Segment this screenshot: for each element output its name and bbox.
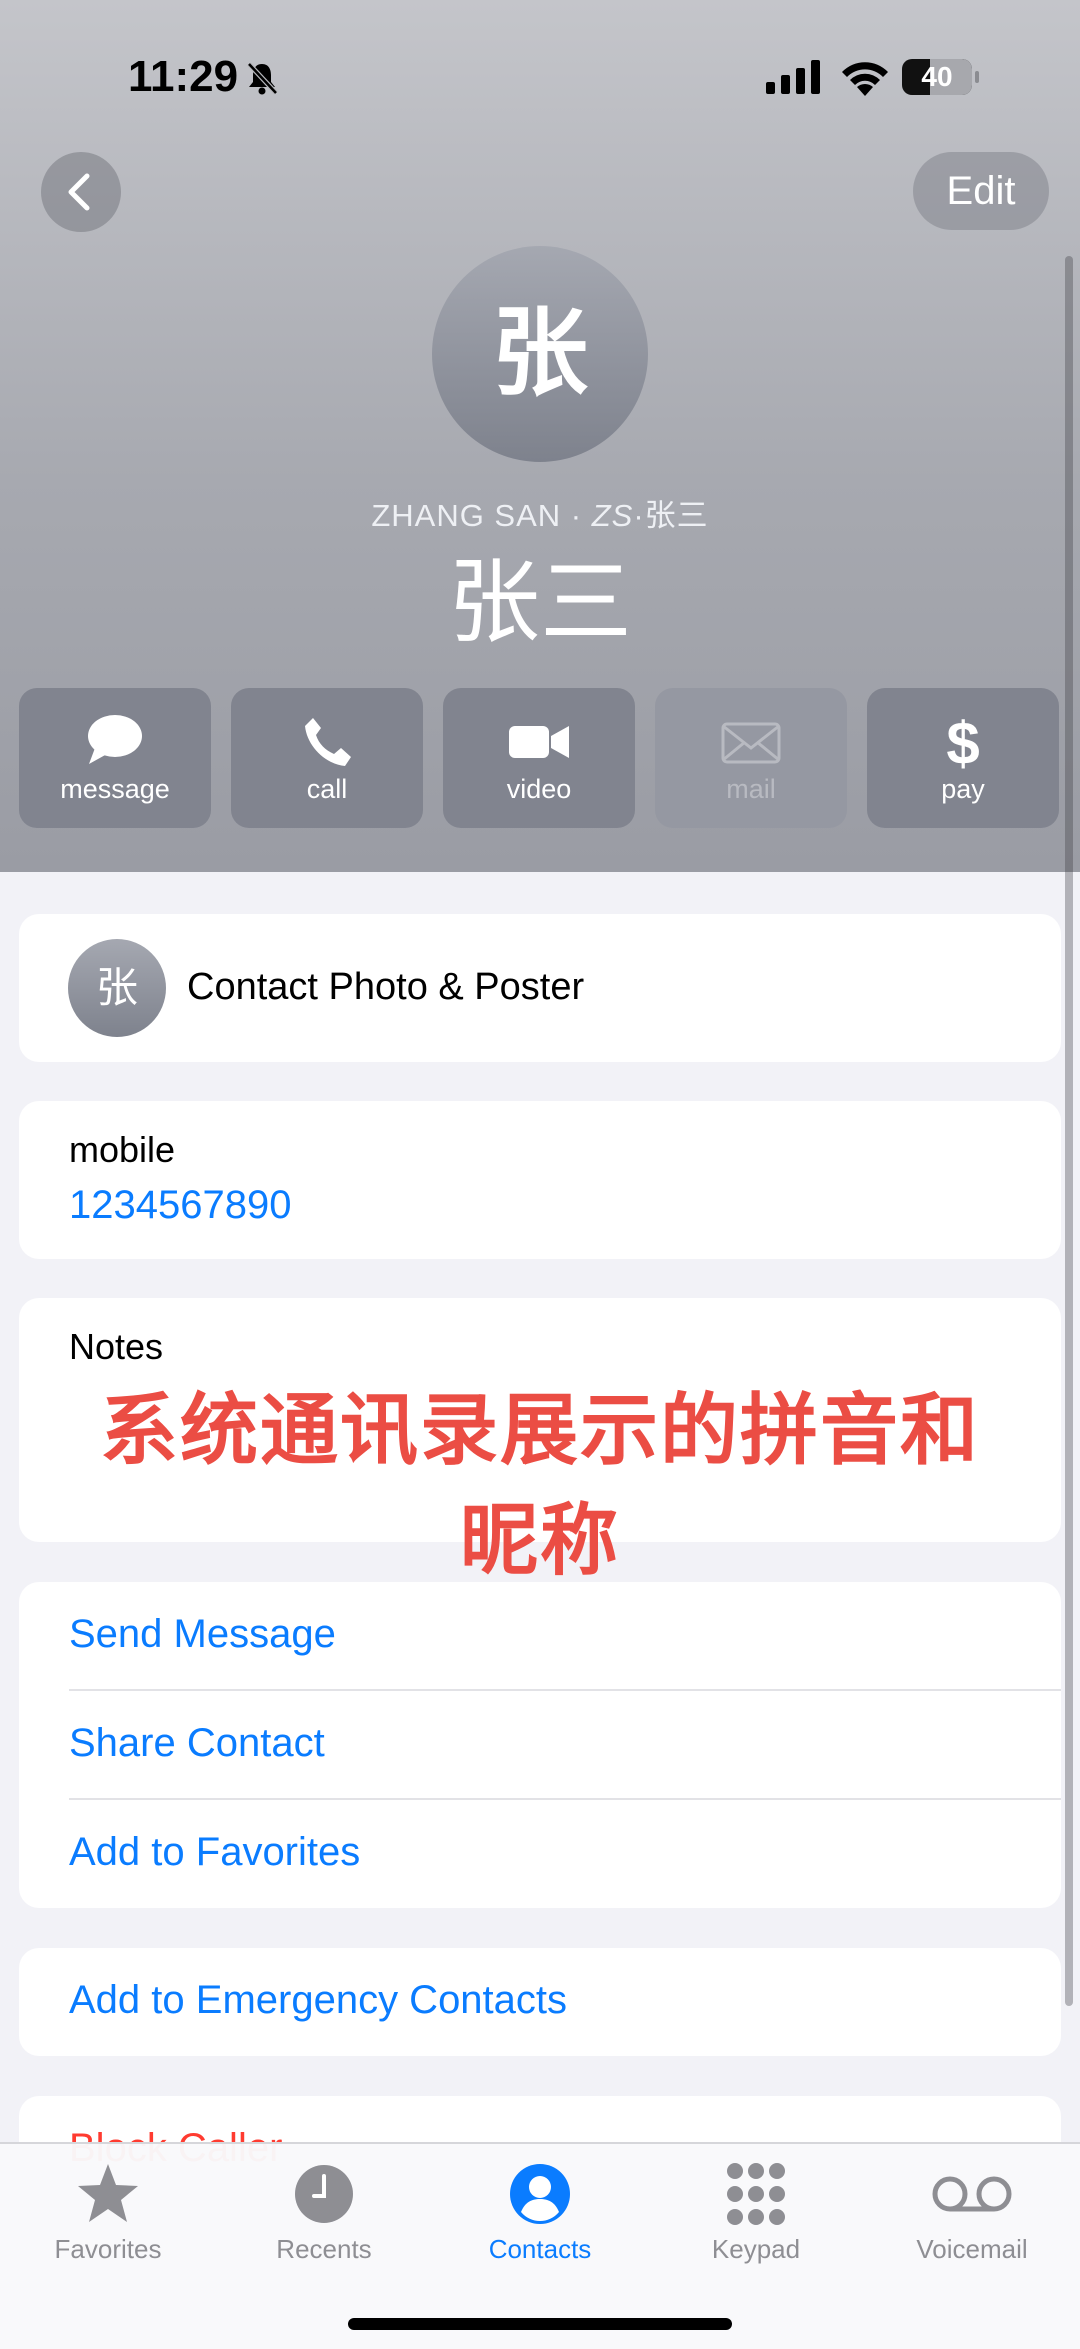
phone-label: mobile (69, 1129, 176, 1170)
envelope-icon (721, 722, 781, 764)
keypad-icon (727, 2163, 785, 2225)
tab-favorites-label: Favorites (54, 2234, 162, 2264)
tab-bar: Favorites Recents Contacts Keypad Voicem… (0, 2142, 1080, 2349)
home-indicator[interactable] (348, 2318, 732, 2330)
bell-slash-icon (244, 60, 280, 101)
star-icon (78, 2164, 138, 2222)
chevron-left-icon (68, 173, 90, 211)
contact-photo-poster-label: Contact Photo & Poster (187, 966, 585, 1008)
pay-action-label: pay (941, 774, 985, 804)
contact-photo-poster-row[interactable]: 张 Contact Photo & Poster (19, 914, 1061, 1062)
contact-name: 张三 (447, 552, 632, 654)
phone-icon (305, 718, 351, 766)
message-action-label: message (60, 774, 170, 804)
scrollbar[interactable] (1065, 256, 1073, 2006)
back-button[interactable] (41, 152, 121, 232)
tab-keypad-label: Keypad (711, 2234, 801, 2264)
tab-voicemail[interactable]: Voicemail (864, 2144, 1080, 2294)
video-action-button[interactable]: video (443, 688, 635, 828)
cellular-signal-icon (766, 60, 822, 99)
poster-avatar: 张 (68, 939, 166, 1037)
send-message-link[interactable]: Send Message (69, 1612, 336, 1657)
pay-action-button[interactable]: $ pay (867, 688, 1059, 828)
overlay-caption-line1: 系统通讯录展示的拼音和 (99, 1386, 980, 1474)
message-bubble-icon (88, 715, 142, 764)
tab-contacts-label: Contacts (488, 2234, 592, 2264)
add-to-favorites-link[interactable]: Add to Favorites (69, 1830, 360, 1875)
mail-action-button[interactable]: mail (655, 688, 847, 828)
tab-recents[interactable]: Recents (216, 2144, 432, 2294)
tab-favorites[interactable]: Favorites (0, 2144, 216, 2294)
notes-label: Notes (69, 1326, 164, 1367)
wifi-icon (840, 58, 890, 101)
divider (69, 1689, 1061, 1691)
share-contact-link[interactable]: Share Contact (69, 1721, 325, 1766)
person-circle-icon (510, 2164, 570, 2224)
phone-number-link[interactable]: 1234567890 (69, 1183, 291, 1228)
tab-recents-label: Recents (276, 2234, 372, 2264)
add-emergency-contacts-link[interactable]: Add to Emergency Contacts (69, 1978, 567, 2023)
edit-button[interactable]: Edit (913, 152, 1049, 230)
overlay-caption-line2: 昵称 (459, 1496, 620, 1584)
contact-actions-list: Send Message Share Contact Add to Favori… (19, 1582, 1061, 1908)
emergency-card: Add to Emergency Contacts (19, 1948, 1061, 2056)
divider (69, 1798, 1061, 1800)
status-time: 11:29 (128, 52, 239, 101)
svg-text:$: $ (946, 714, 979, 770)
dollar-icon: $ (946, 714, 979, 770)
tab-contacts[interactable]: Contacts (432, 2144, 648, 2294)
message-action-button[interactable]: message (19, 688, 211, 828)
contact-avatar[interactable]: 张 (432, 246, 648, 462)
battery-level: 40 (921, 61, 953, 92)
call-action-button[interactable]: call (231, 688, 423, 828)
tab-keypad[interactable]: Keypad (648, 2144, 864, 2294)
clock-icon (295, 2165, 353, 2223)
phone-card: mobile 1234567890 (19, 1101, 1061, 1259)
video-camera-icon (509, 726, 569, 758)
tab-voicemail-label: Voicemail (916, 2234, 1028, 2264)
call-action-label: call (306, 774, 348, 804)
mail-action-label: mail (726, 774, 776, 804)
contact-header: 11:29 40 Edit 张 ZHANG SAN · ZS·张三 张三 mes… (0, 0, 1080, 872)
voicemail-icon (932, 2176, 1012, 2212)
battery-icon: 40 (902, 59, 979, 95)
video-action-label: video (506, 774, 572, 804)
